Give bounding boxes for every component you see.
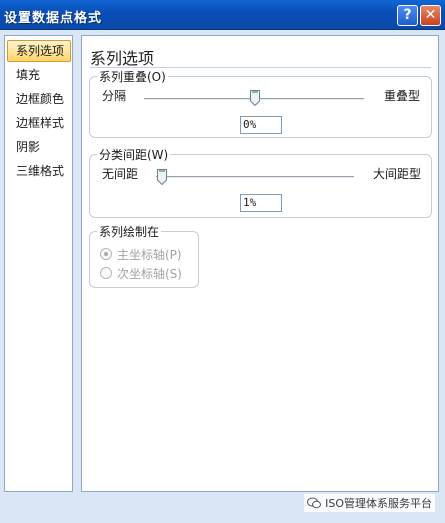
sidebar-item-fill[interactable]: 填充: [7, 64, 71, 86]
overlap-right-label: 重叠型: [384, 89, 421, 103]
watermark-text: ISO管理体系服务平台: [325, 497, 432, 510]
gap-value-input[interactable]: 1%: [240, 194, 282, 212]
primary-axis-radio[interactable]: [100, 248, 112, 260]
plot-on-legend: 系列绘制在: [97, 223, 162, 240]
title-bar: 设置数据点格式 ? ✕: [0, 0, 445, 30]
wechat-icon: [307, 497, 322, 509]
window-title: 设置数据点格式: [4, 11, 103, 26]
gap-left-label: 无间距: [102, 167, 139, 181]
watermark: ISO管理体系服务平台: [304, 494, 435, 512]
overlap-value-input[interactable]: 0%: [240, 116, 282, 134]
gap-group: 分类间距(W) 无间距 大间距型 1%: [89, 146, 432, 218]
overlap-legend: 系列重叠(O): [97, 68, 168, 85]
category-sidebar: 系列选项 填充 边框颜色 边框样式 阴影 三维格式: [4, 35, 73, 492]
panel-title: 系列选项: [90, 49, 155, 68]
sidebar-item-3d-format[interactable]: 三维格式: [7, 160, 71, 182]
primary-axis-option[interactable]: 主坐标轴(P): [100, 246, 182, 262]
secondary-axis-radio[interactable]: [100, 267, 112, 279]
sidebar-item-border-style[interactable]: 边框样式: [7, 112, 71, 134]
primary-axis-label: 主坐标轴(P): [117, 247, 182, 262]
sidebar-item-series-options[interactable]: 系列选项: [7, 40, 71, 62]
overlap-group: 系列重叠(O) 分隔 重叠型 0%: [89, 68, 432, 138]
sidebar-item-border-color[interactable]: 边框颜色: [7, 88, 71, 110]
sidebar-item-shadow[interactable]: 阴影: [7, 136, 71, 158]
secondary-axis-label: 次坐标轴(S): [117, 266, 182, 281]
gap-legend: 分类间距(W): [97, 146, 171, 163]
overlap-slider-thumb[interactable]: [250, 90, 260, 106]
help-button[interactable]: ?: [397, 5, 418, 26]
gap-slider-thumb[interactable]: [157, 169, 167, 185]
close-button[interactable]: ✕: [420, 5, 441, 26]
options-panel: 系列选项 系列重叠(O) 分隔 重叠型 0% 分类间距(W) 无间距 大间距型 …: [81, 35, 439, 492]
overlap-left-label: 分隔: [102, 89, 127, 103]
gap-slider-track[interactable]: [156, 176, 354, 179]
secondary-axis-option[interactable]: 次坐标轴(S): [100, 265, 182, 281]
gap-right-label: 大间距型: [373, 167, 422, 181]
plot-on-group: 系列绘制在 主坐标轴(P) 次坐标轴(S): [89, 223, 199, 288]
